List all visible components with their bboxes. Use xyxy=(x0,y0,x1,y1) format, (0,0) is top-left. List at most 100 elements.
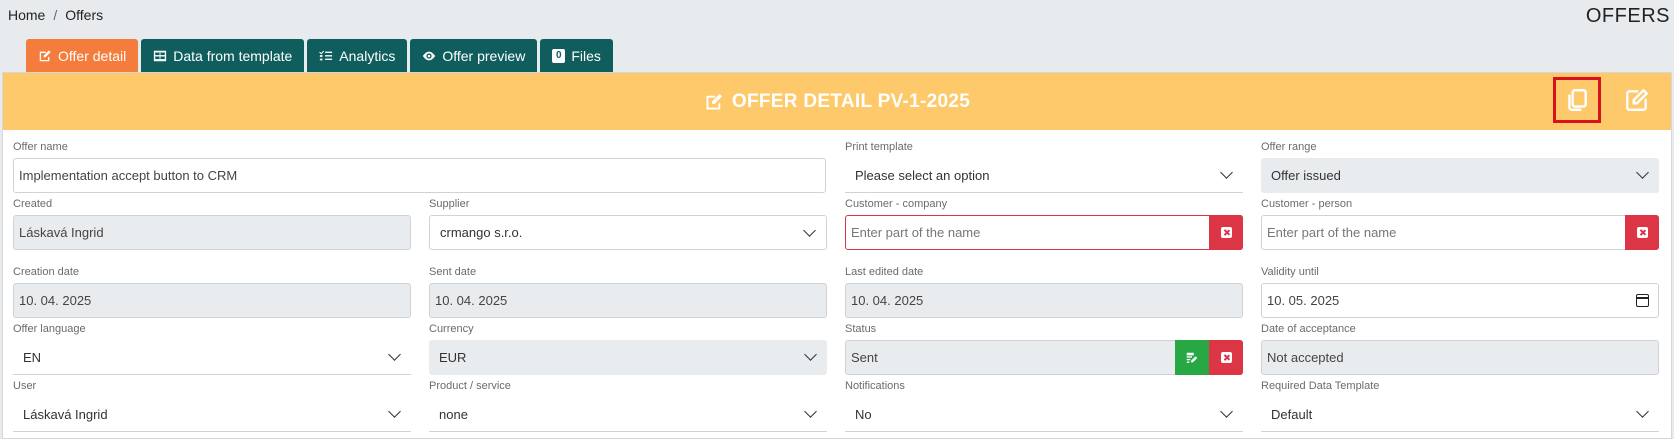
chevron-down-icon xyxy=(388,348,401,361)
input-value: 10. 05. 2025 xyxy=(1267,293,1340,308)
tab-offer-detail[interactable]: Offer detail xyxy=(26,39,139,72)
field-label: Offer range xyxy=(1261,141,1317,153)
currency-select[interactable]: EUR xyxy=(429,340,827,375)
status-field: Status Sent xyxy=(845,322,1243,375)
offer-language-select[interactable]: EN xyxy=(13,340,411,375)
breadcrumb-current: Offers xyxy=(65,7,104,23)
input-value: 10. 04. 2025 xyxy=(19,293,92,308)
offer-name-field: Offer name Implementation accept button … xyxy=(13,140,826,193)
input-value: Sent xyxy=(851,350,878,365)
last-edited-date-input: 10. 04. 2025 xyxy=(845,283,1243,318)
validity-until-input[interactable]: 10. 05. 2025 xyxy=(1261,283,1659,318)
select-value: EN xyxy=(23,349,42,365)
last-edited-date-field: Last edited date 10. 04. 2025 xyxy=(845,265,1243,318)
product-service-select[interactable]: none xyxy=(429,397,827,432)
sent-date-field: Sent date 10. 04. 2025 xyxy=(429,265,827,318)
close-icon xyxy=(1636,227,1648,238)
date-of-acceptance-input: Not accepted xyxy=(1261,340,1659,375)
field-label: Print template xyxy=(845,141,913,153)
select-value: Offer issued xyxy=(1271,168,1341,183)
sent-date-input: 10. 04. 2025 xyxy=(429,283,827,318)
tab-label: Offer preview xyxy=(442,47,526,64)
breadcrumb-separator: / xyxy=(53,7,58,23)
field-label: Notifications xyxy=(845,380,905,392)
page-title: OFFERS xyxy=(1585,5,1670,27)
tab-label: Analytics xyxy=(339,47,396,64)
customer-person-field: Customer - person Enter part of the name xyxy=(1261,197,1659,250)
input-value: 10. 04. 2025 xyxy=(851,293,924,308)
tab-label: Files xyxy=(571,47,601,64)
select-value: EUR xyxy=(439,350,467,365)
edit-icon xyxy=(39,49,51,61)
field-label: Last edited date xyxy=(845,266,924,278)
creation-date-field: Creation date 10. 04. 2025 xyxy=(13,265,411,318)
field-label: Customer - company xyxy=(845,198,948,210)
select-value: Please select an option xyxy=(855,167,990,183)
edit-document-icon xyxy=(1186,352,1198,363)
creation-date-input: 10. 04. 2025 xyxy=(13,283,411,318)
breadcrumb: Home / Offers xyxy=(8,7,103,23)
copy-offer-button[interactable] xyxy=(1553,77,1601,123)
supplier-select[interactable]: crmango s.r.o. xyxy=(429,215,827,250)
customer-company-field: Customer - company Enter part of the nam… xyxy=(845,197,1243,250)
user-select[interactable]: Láskavá Ingrid xyxy=(13,397,411,432)
tab-label: Data from template xyxy=(173,47,293,64)
tab-analytics[interactable]: Analytics xyxy=(307,39,408,72)
tab-offer-preview[interactable]: Offer preview xyxy=(410,39,538,72)
customer-person-input[interactable]: Enter part of the name xyxy=(1261,215,1659,250)
chevron-down-icon xyxy=(1636,166,1649,179)
field-label: Offer language xyxy=(13,323,86,335)
change-status-button[interactable] xyxy=(1175,340,1209,375)
tab-data-from-template[interactable]: Data from template xyxy=(141,39,305,72)
tab-bar: Offer detail Data from template Analytic… xyxy=(26,39,613,72)
notifications-field: Notifications No xyxy=(845,379,1243,432)
created-field: Created Láskavá Ingrid xyxy=(13,197,411,250)
print-template-select[interactable]: Please select an option xyxy=(845,158,1243,193)
required-data-template-select[interactable]: Default xyxy=(1261,397,1659,432)
chevron-down-icon xyxy=(1636,405,1649,418)
notifications-select[interactable]: No xyxy=(845,397,1243,432)
input-value: Implementation accept button to CRM xyxy=(19,168,238,183)
created-input: Láskavá Ingrid xyxy=(13,215,411,250)
tab-label: Offer detail xyxy=(58,47,127,64)
input-value: 10. 04. 2025 xyxy=(435,293,508,308)
customer-company-input[interactable]: Enter part of the name xyxy=(845,215,1243,250)
clear-status-button[interactable] xyxy=(1209,340,1243,375)
chevron-down-icon xyxy=(1220,166,1233,179)
chevron-down-icon xyxy=(803,224,816,237)
select-value: none xyxy=(439,406,468,422)
supplier-field: Supplier crmango s.r.o. xyxy=(429,197,827,250)
calendar-icon[interactable] xyxy=(1636,294,1649,307)
clear-customer-person-button[interactable] xyxy=(1625,215,1659,250)
offer-range-select[interactable]: Offer issued xyxy=(1261,158,1659,193)
field-label: Required Data Template xyxy=(1261,380,1380,392)
select-value: No xyxy=(855,406,872,422)
currency-field: Currency EUR xyxy=(429,322,827,375)
input-placeholder: Enter part of the name xyxy=(1267,225,1397,240)
offer-language-field: Offer language EN xyxy=(13,322,411,375)
input-value: Not accepted xyxy=(1267,350,1344,365)
header-actions xyxy=(1553,77,1661,123)
external-edit-icon xyxy=(1626,88,1649,111)
field-label: Supplier xyxy=(429,198,470,210)
field-label: Creation date xyxy=(13,266,80,278)
required-data-template-field: Required Data Template Default xyxy=(1261,379,1659,432)
status-input: Sent xyxy=(845,340,1243,375)
tab-files[interactable]: 0 Files xyxy=(540,39,613,72)
field-label: Sent date xyxy=(429,266,477,278)
field-label: Currency xyxy=(429,323,474,335)
offer-name-input[interactable]: Implementation accept button to CRM xyxy=(13,158,826,193)
chevron-down-icon xyxy=(804,348,817,361)
copy-icon xyxy=(1568,89,1587,111)
breadcrumb-home-link[interactable]: Home xyxy=(8,7,45,23)
select-value: crmango s.r.o. xyxy=(440,225,523,240)
table-icon xyxy=(154,50,167,61)
field-label: Status xyxy=(845,323,877,335)
field-label: Customer - person xyxy=(1261,198,1353,210)
clear-customer-company-button[interactable] xyxy=(1209,215,1243,250)
user-field: User Láskavá Ingrid xyxy=(13,379,411,432)
chevron-down-icon xyxy=(1220,405,1233,418)
chevron-down-icon xyxy=(804,405,817,418)
open-edit-button[interactable] xyxy=(1613,77,1661,123)
close-icon xyxy=(1220,227,1232,238)
